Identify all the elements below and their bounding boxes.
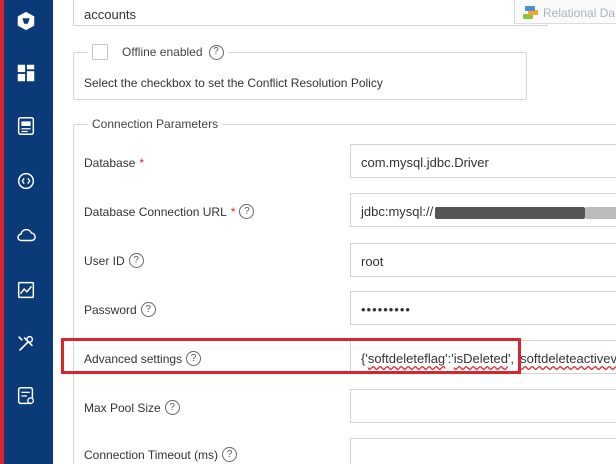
database-label: Database * — [84, 156, 145, 170]
tools-icon[interactable] — [11, 329, 41, 359]
database-driver-input[interactable]: com.mysql.jdbc.Driver — [350, 144, 616, 178]
help-icon[interactable]: ? — [140, 302, 156, 317]
help-icon[interactable]: ? — [164, 400, 180, 415]
app-window: accounts Relational Da Offline enabled ?… — [0, 0, 616, 464]
connection-legend-label: Connection Parameters — [92, 117, 219, 131]
relational-label: Relational Da — [543, 6, 616, 20]
relational-database-selector[interactable]: Relational Da — [514, 0, 616, 24]
help-icon[interactable]: ? — [222, 447, 238, 462]
highlight-annotation — [61, 338, 521, 374]
chat-code-icon[interactable] — [11, 166, 41, 196]
dashboard-icon[interactable] — [11, 58, 41, 88]
password-input[interactable]: ••••••••• — [350, 291, 616, 325]
sidebar-accent-strip — [0, 0, 4, 464]
cloud-icon[interactable] — [11, 220, 41, 250]
offline-hint: Select the checkbox to set the Conflict … — [84, 76, 383, 90]
server-settings-icon[interactable] — [11, 381, 41, 411]
redacted-host-tail — [585, 206, 616, 219]
offline-legend: Offline enabled ? — [88, 44, 228, 60]
database-stack-icon — [523, 6, 538, 19]
user-id-input[interactable]: root — [350, 243, 616, 277]
analytics-icon[interactable] — [11, 275, 41, 305]
url-prefix: jdbc:mysql:// — [361, 204, 434, 219]
connection-timeout-input[interactable] — [350, 438, 616, 464]
max-pool-label: Max Pool Size ? — [84, 400, 180, 415]
connection-url-label: Database Connection URL * ? — [84, 204, 255, 219]
help-icon[interactable]: ? — [239, 204, 255, 219]
connection-legend: Connection Parameters — [88, 117, 223, 131]
offline-checkbox[interactable] — [92, 44, 108, 60]
redacted-host — [435, 206, 586, 219]
app-logo-icon[interactable] — [11, 6, 41, 36]
max-pool-input[interactable] — [350, 389, 616, 423]
offline-label: Offline enabled — [122, 45, 203, 59]
user-id-label: User ID ? — [84, 253, 144, 268]
main-panel: accounts Relational Da Offline enabled ?… — [53, 0, 616, 464]
sidebar — [0, 0, 53, 464]
api-icon[interactable] — [11, 111, 41, 141]
name-field[interactable]: accounts — [73, 0, 547, 26]
help-icon[interactable]: ? — [208, 44, 224, 60]
connection-url-input[interactable]: jdbc:mysql:// — [350, 193, 616, 227]
help-icon[interactable]: ? — [128, 253, 144, 268]
connection-timeout-label: Connection Timeout (ms) ? — [84, 447, 238, 462]
password-label: Password ? — [84, 302, 156, 317]
